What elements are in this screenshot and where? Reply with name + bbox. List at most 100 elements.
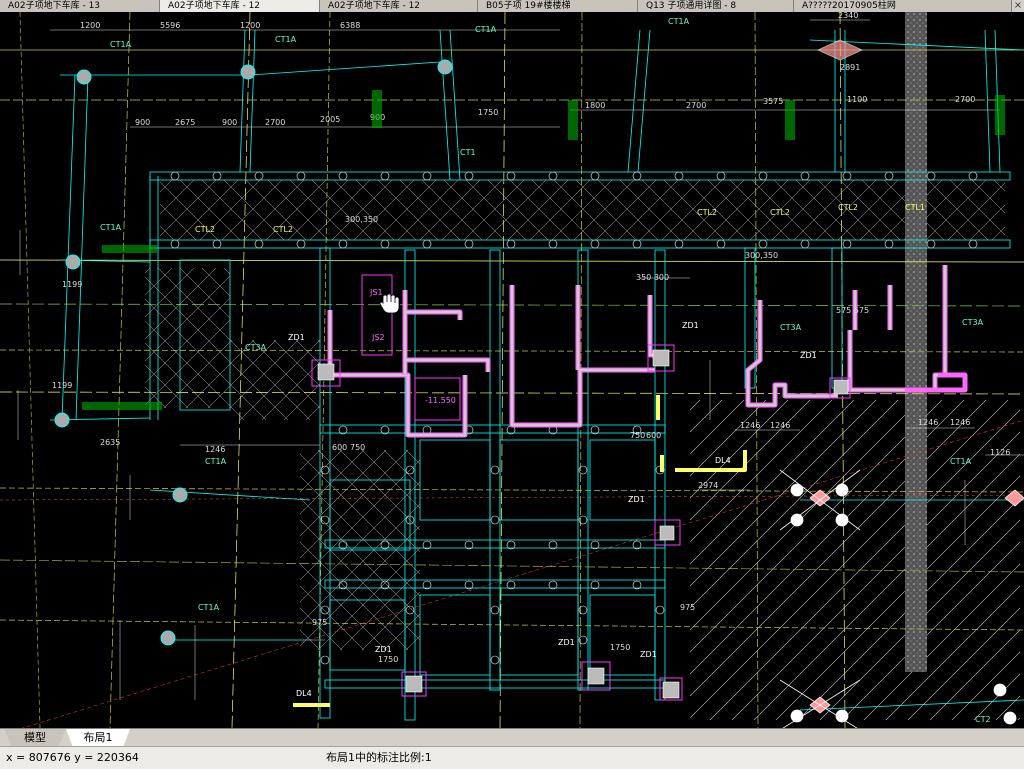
pile-marker: [170, 239, 180, 249]
label-ctl1: CTL1: [905, 203, 925, 212]
annotation-scale-text: 布局1中的标注比例:1: [326, 751, 432, 764]
pile-marker: [506, 239, 516, 249]
dim-1200-b: 1200: [240, 21, 260, 30]
dim-350-300: 350 300: [636, 273, 669, 282]
label-ct1a-5: CT1A: [100, 223, 122, 232]
dim-975-a: 975: [312, 618, 327, 627]
label-ct1: CT1: [460, 148, 476, 157]
dim-1246-b: 1246: [740, 421, 760, 430]
layout-tab-bar: 模型 布局1: [0, 728, 1024, 747]
doc-tab-6[interactable]: A?????20170905柱网: [794, 0, 1012, 12]
label-ct1a-1: CT1A: [110, 40, 132, 49]
label-zd1-2: ZD1: [682, 321, 699, 330]
tab-model[interactable]: 模型: [4, 729, 66, 746]
pile-marker: [632, 171, 642, 181]
pile-marker: [254, 171, 264, 181]
pile-marker: [842, 171, 852, 181]
dim-1750-b: 1750: [378, 655, 398, 664]
label-js1: JS1: [369, 288, 383, 297]
pile-marker: [800, 239, 810, 249]
label-ct3a-1: CT3A: [245, 343, 267, 352]
pile-marker: [296, 239, 306, 249]
pile-marker: [884, 239, 894, 249]
dim-1800: 1800: [585, 101, 605, 110]
label-zd1-4: ZD1: [628, 495, 645, 504]
hand-cursor-icon: [379, 293, 400, 314]
pile-marker: [490, 465, 500, 475]
pile-marker: [380, 171, 390, 181]
label-ctl2-5: CTL2: [838, 203, 858, 212]
dim-1199: 1199: [62, 280, 82, 289]
label-ctl2-3: CTL2: [697, 208, 717, 217]
dim-900-b: 900: [222, 118, 237, 127]
pile-marker: [464, 239, 474, 249]
status-bar: x = 807676 y = 220364 布局1中的标注比例:1: [0, 746, 1024, 769]
label-ctl2-2: CTL2: [273, 225, 293, 234]
dim-1100: 1100: [847, 95, 867, 104]
pile-marker: [320, 655, 330, 665]
dim-600-b: 600: [332, 443, 347, 452]
pile-marker: [380, 239, 390, 249]
label-zd1-3: ZD1: [800, 351, 817, 360]
coordinate-readout: x = 807676 y = 220364: [6, 751, 139, 764]
pile-marker: [842, 239, 852, 249]
doc-tab-1[interactable]: A02子项地下车库 - 13: [0, 0, 160, 12]
tab-layout1[interactable]: 布局1: [66, 729, 130, 746]
pile-marker: [968, 239, 978, 249]
dim-6388: 6388: [340, 21, 360, 30]
drawing-canvas[interactable]: CT1A CT1A CT1A CT1A CT1A CT1A CT1A CT1A …: [0, 12, 1024, 728]
pile-marker: [758, 171, 768, 181]
dim-1246-d: 1246: [918, 418, 938, 427]
doc-tab-3[interactable]: A02子项地下车库 - 12: [320, 0, 478, 12]
dim-2675: 2675: [175, 118, 195, 127]
pile-marker: [212, 239, 222, 249]
label-dl4-2: DL4: [296, 689, 312, 698]
dim-750-b: 750: [350, 443, 365, 452]
label-ctl2-4: CTL2: [770, 208, 790, 217]
dim-300-350-b: 300,350: [745, 251, 778, 260]
pile-marker: [170, 171, 180, 181]
pile-marker: [464, 171, 474, 181]
label-zd1-1: ZD1: [288, 333, 305, 342]
pile-marker: [578, 465, 588, 475]
doc-tab-4[interactable]: B05子项 19#楼楼梯: [478, 0, 638, 12]
close-icon[interactable]: ×: [1012, 0, 1024, 12]
pile-marker: [506, 171, 516, 181]
pile-marker: [212, 171, 222, 181]
pile-marker: [490, 655, 500, 665]
dim-2700-c: 2700: [265, 118, 285, 127]
pile-marker: [548, 239, 558, 249]
pile-marker: [800, 171, 810, 181]
pile-marker: [338, 239, 348, 249]
pile-marker: [590, 239, 600, 249]
dim-900: 900: [135, 118, 150, 127]
pile-marker: [884, 171, 894, 181]
label-ct3a-2: CT3A: [780, 323, 802, 332]
pile-marker: [716, 171, 726, 181]
pile-marker: [422, 171, 432, 181]
pile-marker: [578, 515, 588, 525]
pile-marker: [338, 171, 348, 181]
dim-2974: 2974: [698, 481, 718, 490]
dim-2700-b: 2700: [955, 95, 975, 104]
doc-tab-5[interactable]: Q13 子项通用详图 - 8: [638, 0, 794, 12]
label-elevation: -11.550: [425, 396, 456, 405]
label-ct1a-6: CT1A: [205, 457, 227, 466]
pile-marker: [716, 239, 726, 249]
dim-2005: 2005: [320, 115, 340, 124]
doc-tab-2[interactable]: A02子项地下车库 - 12: [160, 0, 320, 12]
dim-600: 600: [646, 431, 661, 440]
pile-marker: [926, 239, 936, 249]
label-zd1-6: ZD1: [558, 638, 575, 647]
pile-marker: [632, 239, 642, 249]
label-ctl2-1: CTL2: [195, 225, 215, 234]
dim-2891: 2891: [840, 63, 860, 72]
pile-marker: [590, 171, 600, 181]
pile-marker: [674, 171, 684, 181]
pile-marker: [296, 171, 306, 181]
dim-2635: 2635: [100, 438, 120, 447]
dim-2340: 2340: [838, 12, 858, 20]
dim-1246-e: 1246: [950, 418, 970, 427]
dim-300-350-a: 300,350: [345, 215, 378, 224]
dim-1246-c: 1246: [770, 421, 790, 430]
